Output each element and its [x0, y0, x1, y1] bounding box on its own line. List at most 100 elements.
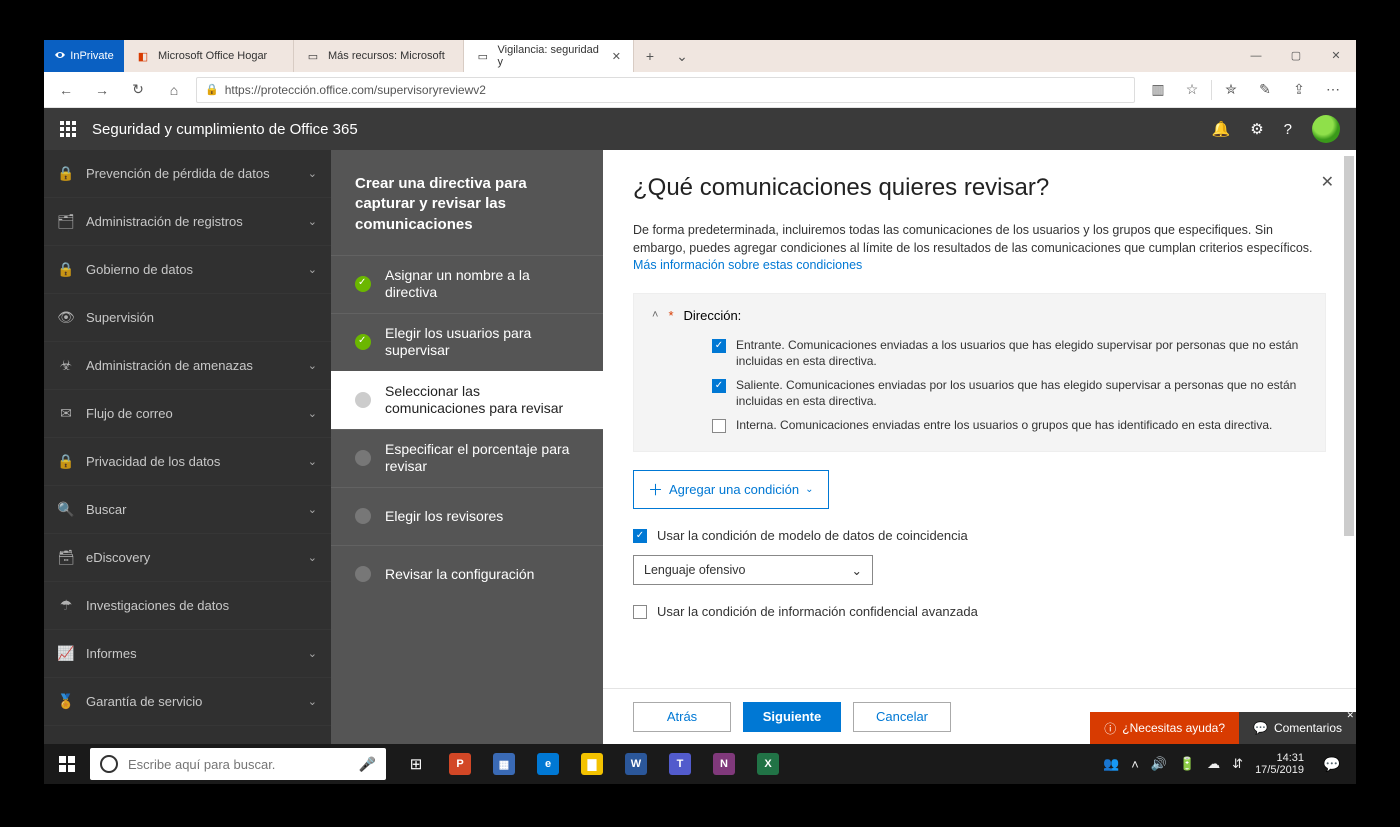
content-title: ¿Qué comunicaciones quieres revisar?: [633, 174, 1326, 202]
back-button[interactable]: ←: [52, 82, 80, 98]
step-1[interactable]: Asignar un nombre a la directiva: [331, 255, 603, 313]
more-icon[interactable]: ⋯: [1318, 81, 1348, 98]
nav-investigations[interactable]: ☂Investigaciones de datos: [44, 582, 331, 630]
plus-icon: ＋: [648, 479, 663, 500]
taskbar-search[interactable]: 🎤: [90, 748, 386, 780]
records-icon: 🗂: [58, 213, 74, 230]
step-6[interactable]: Revisar la configuración: [331, 545, 603, 603]
nav-ediscovery[interactable]: 🗃eDiscovery⌄: [44, 534, 331, 582]
content-scroll[interactable]: ¿Qué comunicaciones quieres revisar? De …: [603, 150, 1356, 688]
app-calendar[interactable]: ▦: [482, 744, 526, 784]
close-icon[interactable]: ✕: [1346, 710, 1354, 721]
nav-assurance[interactable]: 🏅Garantía de servicio⌄: [44, 678, 331, 726]
task-view-icon[interactable]: ⊞: [394, 744, 438, 784]
nav-datagov[interactable]: 🔒Gobierno de datos⌄: [44, 246, 331, 294]
forward-button[interactable]: →: [88, 82, 116, 98]
browser-tab-2[interactable]: ▭ Vigilancia: seguridad y ✕: [464, 40, 634, 72]
app-launcher-icon[interactable]: [60, 121, 76, 137]
checkbox-inbound[interactable]: [712, 339, 726, 353]
avatar[interactable]: [1312, 115, 1340, 143]
refresh-button[interactable]: ↻: [124, 81, 152, 98]
required-asterisk: *: [668, 308, 673, 323]
battery-icon[interactable]: 🔋: [1179, 756, 1195, 772]
browser-tab-0[interactable]: ◧ Microsoft Office Hogar: [124, 40, 294, 72]
back-button[interactable]: Atrás: [633, 702, 731, 732]
step-5[interactable]: Elegir los revisores: [331, 487, 603, 545]
taskbar-search-input[interactable]: [128, 757, 349, 772]
next-button[interactable]: Siguiente: [743, 702, 841, 732]
chevron-down-icon: ⌄: [805, 484, 813, 495]
checkbox-sensitive-info[interactable]: [633, 605, 647, 619]
nav-mailflow[interactable]: ✉Flujo de correo⌄: [44, 390, 331, 438]
nav-search[interactable]: 🔍Buscar⌄: [44, 486, 331, 534]
favorites-list-icon[interactable]: ✮: [1216, 81, 1246, 98]
archive-icon: 🗃: [58, 549, 74, 566]
model-select[interactable]: Lenguaje ofensivo ⌄: [633, 555, 873, 585]
mic-icon[interactable]: 🎤: [359, 756, 376, 773]
step-3[interactable]: Seleccionar las comunicaciones para revi…: [331, 371, 603, 429]
step-bullet-done-icon: [355, 276, 371, 292]
need-help-chip[interactable]: ⓘ ¿Necesitas ayuda?: [1090, 712, 1239, 744]
help-icon[interactable]: ?: [1284, 121, 1292, 138]
nav-reports[interactable]: 📈Informes⌄: [44, 630, 331, 678]
nav-records[interactable]: 🗂Administración de registros⌄: [44, 198, 331, 246]
tab-label: Más recursos: Microsoft: [328, 50, 445, 62]
step-2[interactable]: Elegir los usuarios para supervisar: [331, 313, 603, 371]
close-window-button[interactable]: ✕: [1316, 40, 1356, 72]
app-excel[interactable]: X: [746, 744, 790, 784]
scrollbar[interactable]: [1342, 150, 1356, 744]
app-onenote[interactable]: N: [702, 744, 746, 784]
new-tab-button[interactable]: +: [634, 48, 666, 64]
notes-icon[interactable]: ✎: [1250, 81, 1280, 98]
minimize-button[interactable]: —: [1236, 40, 1276, 72]
people-icon[interactable]: 👥: [1103, 756, 1119, 772]
comments-chip[interactable]: 💬 Comentarios ✕: [1239, 712, 1356, 744]
nav-threat[interactable]: ☣Administración de amenazas⌄: [44, 342, 331, 390]
app-teams[interactable]: T: [658, 744, 702, 784]
time-text: 14:31: [1255, 752, 1304, 764]
network-icon[interactable]: ⇵: [1232, 756, 1243, 772]
nav-supervision[interactable]: 👁Supervisión: [44, 294, 331, 342]
maximize-button[interactable]: ▢: [1276, 40, 1316, 72]
add-condition-label: Agregar una condición: [669, 482, 799, 497]
app-edge[interactable]: e: [526, 744, 570, 784]
step-4[interactable]: Especificar el porcentaje para revisar: [331, 429, 603, 487]
checkbox-internal[interactable]: [712, 419, 726, 433]
browser-tab-1[interactable]: ▭ Más recursos: Microsoft: [294, 40, 464, 72]
share-icon[interactable]: ⇪: [1284, 81, 1314, 98]
favorite-icon[interactable]: ☆: [1177, 81, 1207, 98]
onedrive-icon[interactable]: ☁: [1207, 756, 1220, 772]
nav-privacy[interactable]: 🔒Privacidad de los datos⌄: [44, 438, 331, 486]
add-condition-button[interactable]: ＋ Agregar una condición ⌄: [633, 470, 829, 509]
direction-inbound-row: Entrante. Comunicaciones enviadas a los …: [652, 333, 1307, 373]
close-icon[interactable]: ✕: [612, 50, 621, 63]
volume-icon[interactable]: 🔊: [1151, 756, 1167, 772]
start-button[interactable]: [44, 744, 90, 784]
office-icon: ◧: [136, 49, 150, 63]
notifications-icon[interactable]: 🔔: [1212, 120, 1231, 138]
app-explorer[interactable]: ▇: [570, 744, 614, 784]
more-info-link[interactable]: Más información sobre estas condiciones: [633, 258, 862, 272]
chevron-down-icon: ⌄: [308, 551, 317, 564]
url-input[interactable]: 🔒 https://protección.office.com/supervis…: [196, 77, 1135, 103]
clock[interactable]: 14:31 17/5/2019: [1255, 752, 1304, 776]
close-panel-button[interactable]: ✕: [1321, 172, 1334, 192]
home-button[interactable]: ⌂: [160, 82, 188, 98]
reading-view-icon[interactable]: ▥: [1143, 81, 1173, 98]
tray-chevron-icon[interactable]: ˄: [1131, 757, 1139, 772]
app-word[interactable]: W: [614, 744, 658, 784]
settings-icon[interactable]: ⚙: [1250, 120, 1263, 138]
direction-header[interactable]: ˄ * Dirección:: [652, 308, 1307, 323]
nav-dlp[interactable]: 🔒Prevención de pérdida de datos⌄: [44, 150, 331, 198]
workspace: 🔒Prevención de pérdida de datos⌄ 🗂Admini…: [44, 150, 1356, 744]
date-text: 17/5/2019: [1255, 764, 1304, 776]
search-icon: 🔍: [58, 501, 74, 518]
checkbox-match-model[interactable]: [633, 529, 647, 543]
action-center-icon[interactable]: 💬: [1316, 744, 1348, 784]
cancel-button[interactable]: Cancelar: [853, 702, 951, 732]
tab-menu-button[interactable]: ⌄: [666, 48, 698, 65]
app-powerpoint[interactable]: P: [438, 744, 482, 784]
eye-icon: 👁: [58, 309, 74, 326]
checkbox-outbound[interactable]: [712, 379, 726, 393]
scrollbar-thumb[interactable]: [1344, 156, 1354, 536]
